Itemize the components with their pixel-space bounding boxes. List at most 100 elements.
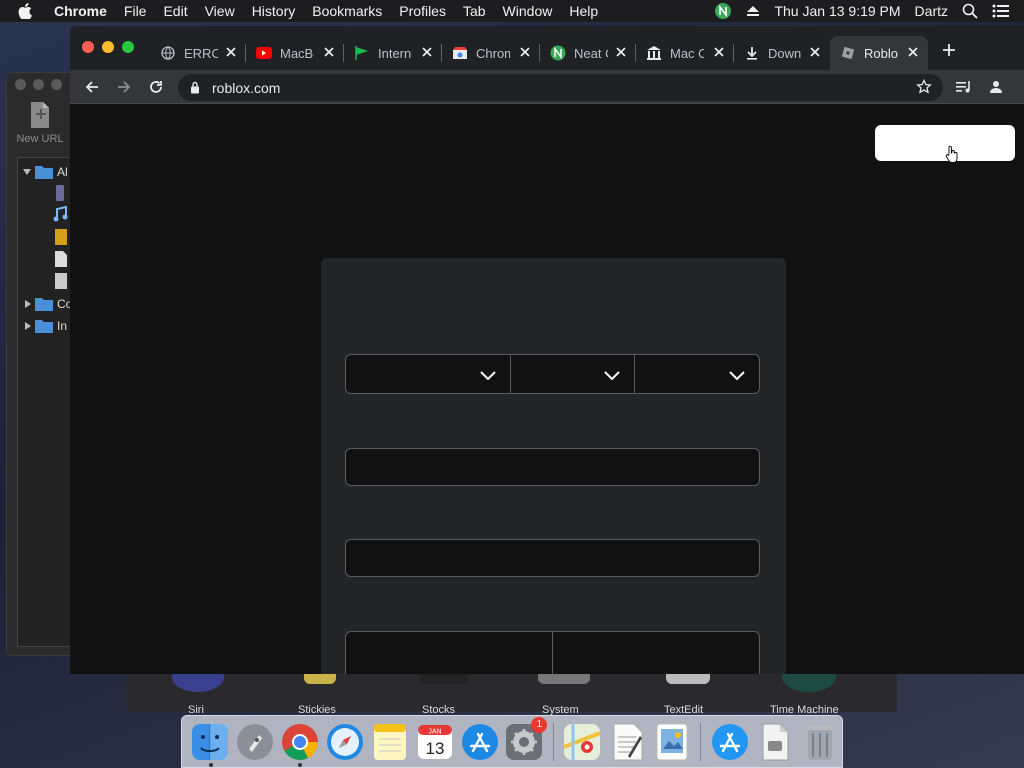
- menu-app-name[interactable]: Chrome: [54, 3, 107, 19]
- menubar-user[interactable]: Dartz: [915, 3, 948, 19]
- close-window-button[interactable]: [82, 41, 94, 53]
- notes-icon[interactable]: [370, 722, 410, 762]
- norton-icon[interactable]: [714, 2, 732, 20]
- address-bar[interactable]: roblox.com: [178, 74, 943, 101]
- tree-child-file[interactable]: [54, 272, 68, 290]
- launchpad-icon[interactable]: [235, 722, 275, 762]
- tab-internet[interactable]: Internet: [344, 36, 442, 70]
- safari-icon[interactable]: [325, 722, 365, 762]
- bookmark-star-button[interactable]: [914, 77, 934, 97]
- close-dot[interactable]: [15, 78, 26, 90]
- tree-child-video[interactable]: [54, 184, 66, 202]
- back-button[interactable]: [82, 77, 102, 97]
- gender-female-button[interactable]: [346, 632, 553, 674]
- tab-title: ERROR: [184, 45, 218, 61]
- profile-button[interactable]: [986, 77, 1006, 97]
- tab-close-icon[interactable]: [518, 45, 532, 59]
- spotlight-icon[interactable]: [962, 3, 978, 19]
- birthday-month-select[interactable]: [346, 355, 511, 393]
- neat-icon: [550, 45, 566, 61]
- plus-icon: [943, 44, 955, 56]
- menu-window[interactable]: Window: [503, 3, 553, 19]
- minimize-dot[interactable]: [33, 78, 44, 90]
- browser-toolbar: roblox.com: [70, 70, 1024, 104]
- url-text[interactable]: roblox.com: [212, 80, 280, 96]
- tree-child-book[interactable]: [54, 228, 68, 246]
- tab-macbook[interactable]: MacBook: [246, 36, 344, 70]
- menu-file[interactable]: File: [124, 3, 147, 19]
- app-store-downloads-icon[interactable]: [710, 722, 750, 762]
- tab-neat[interactable]: Neat Chrome: [540, 36, 636, 70]
- tree-row-all[interactable]: Al: [22, 164, 68, 180]
- password-field[interactable]: [345, 539, 760, 577]
- gender-selector: [345, 631, 760, 674]
- eject-icon[interactable]: [746, 5, 760, 17]
- zoom-window-button[interactable]: [122, 41, 134, 53]
- calendar-month: JAN: [428, 728, 441, 735]
- tab-close-icon[interactable]: [224, 45, 238, 59]
- menu-tab[interactable]: Tab: [463, 3, 486, 19]
- reload-button[interactable]: [146, 77, 166, 97]
- tab-close-icon[interactable]: [420, 45, 434, 59]
- book-icon: [55, 229, 67, 245]
- menu-history[interactable]: History: [252, 3, 296, 19]
- menubar-clock[interactable]: Thu Jan 13 9:19 PM: [774, 3, 900, 19]
- chrome-store-icon: [452, 45, 468, 61]
- tab-downloads[interactable]: Downloads: [734, 36, 830, 70]
- tree-row-co[interactable]: Co: [24, 296, 72, 312]
- tab-close-icon[interactable]: [808, 45, 822, 59]
- reload-icon: [150, 81, 162, 93]
- maps-icon[interactable]: [562, 722, 602, 762]
- birthday-year-select[interactable]: [635, 355, 759, 393]
- tab-close-icon[interactable]: [614, 45, 628, 59]
- reading-list-button[interactable]: [954, 77, 974, 97]
- trash-icon[interactable]: [800, 722, 840, 762]
- tab-close-icon[interactable]: [712, 45, 726, 59]
- calendar-icon[interactable]: JAN 13: [415, 722, 455, 762]
- file-icon: [55, 273, 67, 289]
- birthday-day-select[interactable]: [511, 355, 635, 393]
- tab-error[interactable]: ERROR: [150, 36, 246, 70]
- tab-chrome[interactable]: Chrome: [442, 36, 540, 70]
- notification-badge: 1: [531, 716, 548, 733]
- apple-menu-icon[interactable]: [18, 3, 40, 19]
- system-preferences-icon[interactable]: 1: [505, 716, 548, 762]
- arrow-left-icon: [85, 81, 98, 93]
- forward-button[interactable]: [114, 77, 134, 97]
- zoom-dot[interactable]: [51, 78, 62, 90]
- tree-child-document[interactable]: [54, 250, 68, 268]
- new-url-button[interactable]: New URL: [15, 101, 65, 145]
- disclosure-closed-icon: [25, 322, 31, 330]
- tab-roblox[interactable]: Roblox: [830, 36, 928, 70]
- background-app-shelf: Siri Stickies Stocks System TextEdit Tim…: [126, 662, 897, 716]
- chrome-icon[interactable]: [280, 722, 320, 767]
- tab-close-icon[interactable]: [322, 45, 336, 59]
- textedit-icon[interactable]: [607, 722, 647, 762]
- chevron-down-icon: [729, 371, 745, 381]
- lock-icon[interactable]: [190, 81, 202, 95]
- chevron-down-icon: [480, 371, 496, 381]
- tab-mac-os[interactable]: Mac OS: [636, 36, 734, 70]
- roblox-icon: [840, 45, 856, 61]
- tab-close-icon[interactable]: [906, 45, 920, 59]
- menu-bookmarks[interactable]: Bookmarks: [312, 3, 382, 19]
- gender-male-button[interactable]: [553, 632, 759, 674]
- tree-row-in[interactable]: In: [24, 318, 67, 334]
- preview-icon[interactable]: [652, 722, 692, 762]
- finder-icon[interactable]: [191, 722, 231, 767]
- new-tab-button[interactable]: [941, 42, 957, 58]
- control-center-icon[interactable]: [992, 4, 1010, 18]
- menu-profiles[interactable]: Profiles: [399, 3, 446, 19]
- new-url-label: New URL: [16, 133, 64, 145]
- menu-view[interactable]: View: [205, 3, 235, 19]
- tree-child-music[interactable]: [52, 206, 68, 222]
- menu-help[interactable]: Help: [569, 3, 598, 19]
- minimize-window-button[interactable]: [102, 41, 114, 53]
- document-icon: [55, 251, 67, 267]
- source-list[interactable]: Al Co In: [17, 157, 77, 647]
- menu-edit[interactable]: Edit: [163, 3, 187, 19]
- tab-title: Neat Chrome: [574, 45, 608, 61]
- app-store-icon[interactable]: [460, 722, 500, 762]
- document-icon[interactable]: [755, 722, 795, 762]
- username-field[interactable]: [345, 448, 760, 486]
